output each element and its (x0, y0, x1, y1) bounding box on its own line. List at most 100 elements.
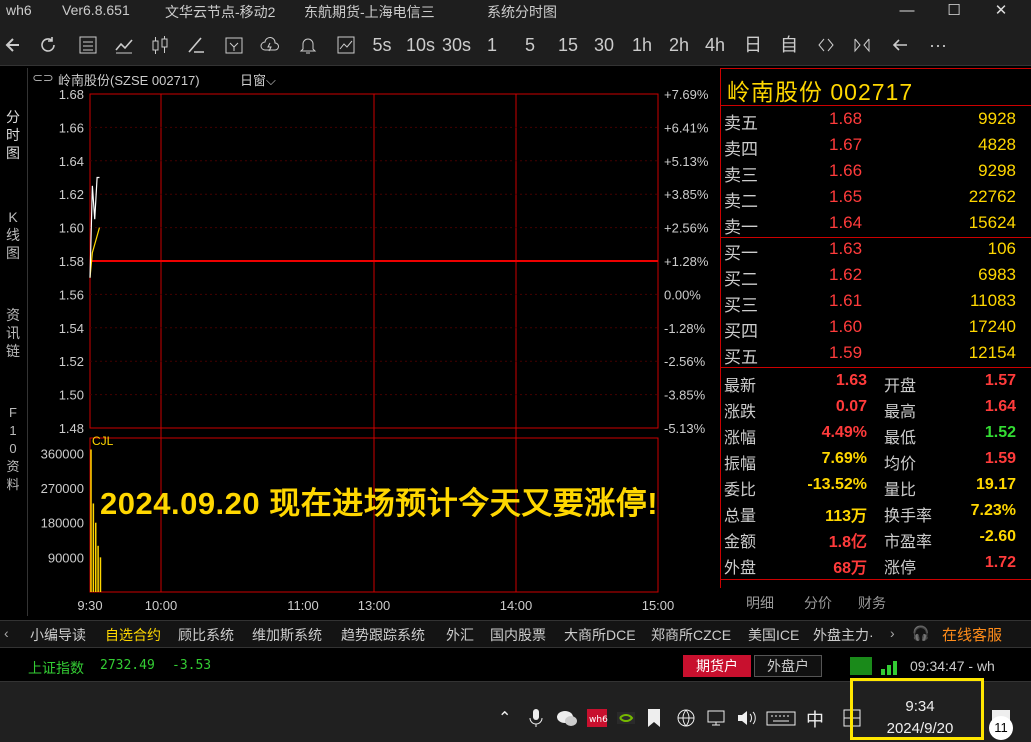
minimize-button[interactable]: — (884, 0, 930, 24)
link-icon[interactable]: ⊂⊃ (32, 70, 54, 86)
module-tab[interactable]: 美国ICE (748, 625, 799, 645)
period-select[interactable]: 日窗⌵ (240, 70, 276, 89)
module-tab-active[interactable]: 自选合约 (105, 625, 161, 645)
more-button[interactable]: ··· (924, 32, 952, 58)
module-tab[interactable]: 维加斯系统 (252, 625, 322, 645)
stat-row: 委比 -13.52% 量比 19.17 (721, 473, 1031, 499)
period-4h[interactable]: 4h (703, 32, 727, 58)
bid-row[interactable]: 买五 1.59 12154 (721, 341, 1031, 367)
tab-news-chain[interactable]: 资讯链 (0, 306, 26, 360)
period-15m[interactable]: 15 (556, 32, 580, 58)
microphone-icon[interactable] (528, 708, 544, 733)
ask-level-label: 卖五 (724, 114, 758, 133)
cloud-flash-icon[interactable] (258, 32, 282, 58)
module-tab[interactable]: 国内股票 (490, 625, 546, 645)
refresh-icon[interactable] (36, 32, 60, 58)
bid-row[interactable]: 买一 1.63 106 (721, 237, 1031, 263)
price-tick: 1.52 (59, 354, 84, 369)
keyboard-icon[interactable] (766, 708, 796, 733)
ask-row[interactable]: 卖一 1.64 15624 (721, 211, 1031, 237)
ask-volume: 9928 (978, 109, 1016, 128)
bid-row[interactable]: 买四 1.60 17240 (721, 315, 1031, 341)
volume-icon[interactable] (736, 708, 758, 733)
nvidia-icon[interactable] (616, 708, 636, 733)
bid-row[interactable]: 买三 1.61 11083 (721, 289, 1031, 315)
signal-icon (880, 656, 902, 679)
ask-row[interactable]: 卖四 1.67 4828 (721, 133, 1031, 159)
module-tab[interactable]: 大商所DCE (564, 625, 636, 645)
chart-window-icon[interactable] (334, 32, 358, 58)
stat-row: 涨跌 0.07 最高 1.64 (721, 395, 1031, 421)
index-name: 上证指数 (28, 660, 84, 676)
draw-tool-icon[interactable] (184, 32, 208, 58)
back-icon[interactable] (888, 32, 912, 58)
time-tick: 14:00 (500, 598, 533, 613)
tab-detail[interactable]: 明细 (746, 593, 774, 613)
period-custom[interactable]: 自 (779, 32, 799, 58)
wh6-app-icon[interactable]: wh6 (586, 708, 608, 733)
period-select-label: 日窗 (240, 73, 267, 88)
ask-row[interactable]: 卖三 1.66 9298 (721, 159, 1031, 185)
stat-value: 1.64 (984, 398, 1016, 415)
maximize-button[interactable]: ☐ (931, 0, 977, 24)
close-button[interactable]: ✕ (978, 0, 1024, 24)
divider (721, 367, 1031, 368)
pct-tick: 0.00% (664, 287, 701, 302)
intraday-chart[interactable]: 1.68 1.66 1.64 1.62 1.60 1.58 1.56 1.54 1.52 1.50… (28, 88, 720, 618)
module-tab[interactable]: 外汇 (446, 625, 474, 645)
bell-icon[interactable] (296, 32, 320, 58)
position-icon[interactable] (222, 32, 246, 58)
line-chart-icon[interactable] (112, 32, 136, 58)
back-arrow-icon[interactable] (2, 32, 26, 58)
list-icon[interactable] (76, 32, 100, 58)
module-tab[interactable]: 小编导读 (30, 625, 86, 645)
clock-time[interactable]: 9:34 (870, 698, 970, 715)
stat-label: 开盘 (884, 378, 917, 395)
period-10s[interactable]: 10s (406, 32, 435, 58)
bid-level-label: 买一 (724, 244, 758, 263)
tab-f10[interactable]: F10资料 (0, 404, 26, 494)
bid-price: 1.62 (829, 265, 863, 284)
module-tab[interactable]: 郑商所CZCE (651, 625, 731, 645)
network-icon[interactable] (706, 708, 728, 733)
module-tab[interactable]: 顾比系统 (178, 625, 234, 645)
candlestick-icon[interactable] (148, 32, 172, 58)
period-day[interactable]: 日 (743, 32, 763, 58)
online-service-button[interactable]: 在线客服 (942, 624, 1002, 645)
module-tab[interactable]: 趋势跟踪系统 (341, 625, 425, 645)
ask-row[interactable]: 卖五 1.68 9928 (721, 107, 1031, 133)
ask-price: 1.64 (829, 213, 863, 232)
period-5s[interactable]: 5s (370, 32, 394, 58)
foreign-account-button[interactable]: 外盘户 (754, 655, 822, 677)
chevron-up-icon[interactable]: ⌃ (498, 708, 511, 728)
period-1h[interactable]: 1h (631, 32, 653, 58)
period-5m[interactable]: 5 (522, 32, 538, 58)
period-30m[interactable]: 30 (592, 32, 616, 58)
globe-icon[interactable] (676, 708, 696, 733)
zoom-in-icon[interactable] (850, 32, 874, 58)
period-1m[interactable]: 1 (484, 32, 500, 58)
stat-value: 7.69% (821, 450, 867, 467)
price-tick: 1.62 (59, 187, 84, 202)
futures-account-button[interactable]: 期货户 (683, 655, 751, 677)
stat-label: 最新 (724, 378, 757, 395)
scroll-left-icon[interactable]: ‹ (4, 625, 9, 641)
clock-date[interactable]: 2024/9/20 (870, 720, 970, 737)
bid-row[interactable]: 买二 1.62 6983 (721, 263, 1031, 289)
period-2h[interactable]: 2h (667, 32, 691, 58)
period-30s[interactable]: 30s (442, 32, 471, 58)
ime-mode[interactable]: 中 (806, 706, 824, 732)
module-tab[interactable]: 外盘主力· (813, 625, 874, 645)
module-bar: ‹ 小编导读 自选合约 顾比系统 维加斯系统 趋势跟踪系统 外汇 国内股票 大商… (0, 620, 1031, 648)
bid-volume: 11083 (969, 291, 1016, 310)
tab-kline[interactable]: K线图 (0, 208, 26, 262)
scroll-right-icon[interactable]: › (890, 625, 895, 641)
zoom-out-icon[interactable] (814, 32, 838, 58)
tab-timeshare[interactable]: 分时图 (0, 108, 26, 162)
tab-price-distribution[interactable]: 分价 (804, 593, 832, 613)
bookmark-icon[interactable] (646, 708, 662, 733)
ask-row[interactable]: 卖二 1.65 22762 (721, 185, 1031, 211)
wechat-icon[interactable] (556, 708, 578, 733)
stat-value: 4.49% (821, 424, 867, 441)
tab-financials[interactable]: 财务 (858, 593, 886, 613)
